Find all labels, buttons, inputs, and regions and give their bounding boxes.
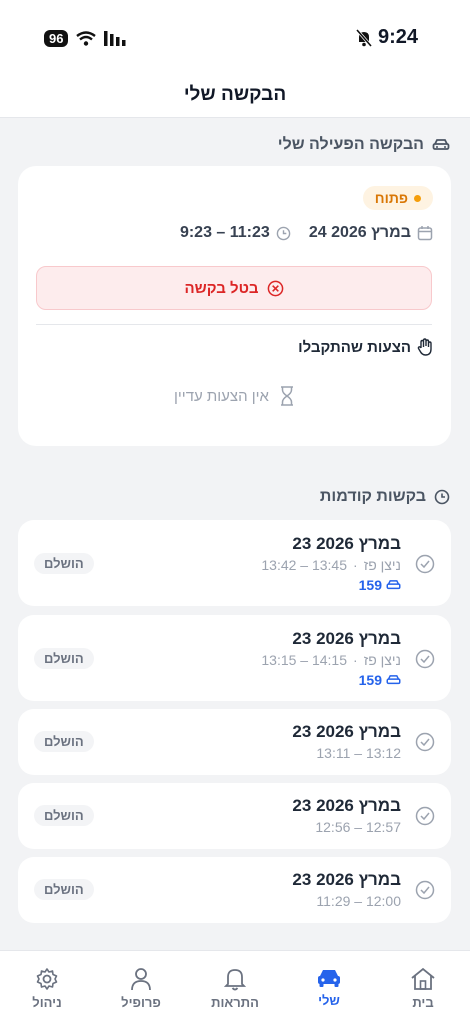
request-price: 159	[359, 672, 401, 688]
nav-profile-label: פרופיל	[121, 995, 161, 1010]
status-badge: הושלם	[34, 648, 94, 669]
request-time: 13:15 – 14:15	[261, 652, 348, 668]
check-circle-icon	[415, 806, 435, 826]
hand-icon	[417, 338, 432, 356]
request-time: 13:42 – 13:45	[261, 557, 348, 573]
car-icon	[318, 970, 340, 987]
status-badge: פתוח	[362, 186, 433, 210]
request-price-value: 159	[358, 672, 382, 688]
request-time: 11:29 – 12:00	[316, 893, 401, 909]
section-title-text: בקשות קודמות	[319, 488, 426, 505]
no-offers-message: אין הצעות עדיין	[18, 386, 451, 406]
nav-mine[interactable]: שלי	[282, 951, 376, 1024]
status-badge: הושלם	[34, 805, 94, 826]
request-date-text: 24 במרץ 2026	[308, 224, 411, 241]
meta-separator: ·	[353, 652, 358, 668]
clock-time: 9:24	[377, 26, 418, 48]
request-date: 23 במרץ 2026	[292, 722, 401, 741]
previous-section-title: בקשות קודמות	[320, 488, 450, 506]
nav-notifications-label: התראות	[211, 995, 259, 1010]
previous-request-card[interactable]: 23 במרץ 2026 ניצן פז · 13:15 – 14:15 159…	[18, 615, 451, 701]
car-icon	[386, 580, 401, 590]
home-icon	[411, 967, 435, 990]
nav-notifications[interactable]: התראות	[188, 951, 282, 1024]
request-date: 23 במרץ 2026	[292, 796, 401, 815]
status-badge: הושלם	[34, 879, 94, 900]
clock-icon	[276, 226, 291, 240]
request-meta: 11:29 – 12:00	[316, 893, 401, 909]
bell-icon	[224, 969, 246, 991]
gear-icon	[36, 968, 58, 990]
request-date: 23 במרץ 2026	[292, 629, 401, 648]
nav-admin-label: ניהול	[32, 995, 62, 1010]
request-person: ניצן פז	[363, 652, 401, 668]
meta-separator: ·	[353, 557, 358, 573]
cancel-circle-icon	[267, 280, 283, 296]
status-badge: הושלם	[34, 731, 94, 752]
check-circle-icon	[415, 880, 435, 900]
request-meta: 12:56 – 12:57	[315, 819, 401, 835]
request-date: 24 במרץ 2026	[309, 224, 433, 242]
cancel-request-button[interactable]: בטל בקשה	[36, 266, 432, 310]
wifi-icon	[76, 31, 97, 46]
nav-admin[interactable]: ניהול	[0, 951, 94, 1024]
previous-request-card[interactable]: 23 במרץ 2026 11:29 – 12:00 הושלם	[18, 857, 451, 923]
active-section-title: הבקשה הפעילה שלי	[278, 136, 450, 154]
previous-request-card[interactable]: 23 במרץ 2026 12:56 – 12:57 הושלם	[18, 783, 451, 849]
request-meta: 13:11 – 13:12	[316, 745, 401, 761]
check-circle-icon	[415, 732, 435, 752]
request-price: 159	[359, 577, 401, 593]
active-request-card: פתוח 24 במרץ 2026 9:23 – 11:23 בטל בקשה …	[18, 166, 451, 446]
section-title-text: הבקשה הפעילה שלי	[277, 136, 424, 153]
no-offers-text: אין הצעות עדיין	[174, 387, 269, 405]
request-meta: ניצן פז · 13:15 – 14:15	[261, 652, 401, 668]
request-time: 9:23 – 11:23	[180, 224, 291, 242]
page-title: הבקשה שלי	[183, 84, 287, 105]
request-price-value: 159	[358, 577, 382, 593]
nav-home[interactable]: בית	[376, 951, 470, 1024]
nav-mine-label: שלי	[318, 993, 340, 1008]
history-clock-icon	[434, 489, 450, 505]
previous-request-card[interactable]: 23 במרץ 2026 13:11 – 13:12 הושלם	[18, 709, 451, 775]
check-circle-icon	[415, 554, 435, 574]
nav-home-label: בית	[412, 995, 434, 1010]
request-date-row: 24 במרץ 2026 9:23 – 11:23	[180, 224, 433, 242]
request-person: ניצן פז	[363, 557, 401, 573]
divider	[36, 324, 432, 325]
bell-muted-icon	[355, 28, 372, 47]
car-icon	[432, 139, 450, 150]
status-badge: הושלם	[34, 553, 94, 574]
calendar-icon	[417, 226, 433, 241]
offers-title: הצעות שהתקבלו	[298, 338, 433, 356]
status-label: פתוח	[374, 190, 408, 206]
status-left: 96	[44, 30, 126, 47]
request-time: 13:11 – 13:12	[316, 745, 401, 761]
page-header: הבקשה שלי	[0, 70, 470, 118]
request-time-text: 9:23 – 11:23	[179, 224, 270, 241]
car-icon	[386, 675, 401, 685]
signal-icon	[104, 31, 126, 46]
cancel-request-label: בטל בקשה	[184, 279, 259, 297]
status-right: 9:24	[355, 26, 418, 49]
offers-title-text: הצעות שהתקבלו	[298, 338, 411, 356]
check-circle-icon	[415, 649, 435, 669]
battery-indicator: 96	[44, 30, 69, 47]
hourglass-icon	[280, 386, 293, 406]
previous-request-card[interactable]: 23 במרץ 2026 ניצן פז · 13:42 – 13:45 159…	[18, 520, 451, 606]
bottom-nav: בית שלי התראות פרופיל ניהול	[0, 950, 470, 1024]
request-date: 23 במרץ 2026	[292, 870, 401, 889]
status-dot	[414, 194, 421, 202]
request-date: 23 במרץ 2026	[292, 534, 401, 553]
nav-profile[interactable]: פרופיל	[94, 951, 188, 1024]
status-bar: 96 9:24	[0, 0, 470, 70]
request-time: 12:56 – 12:57	[315, 819, 401, 835]
user-icon	[131, 968, 151, 991]
request-meta: ניצן פז · 13:42 – 13:45	[261, 557, 401, 573]
